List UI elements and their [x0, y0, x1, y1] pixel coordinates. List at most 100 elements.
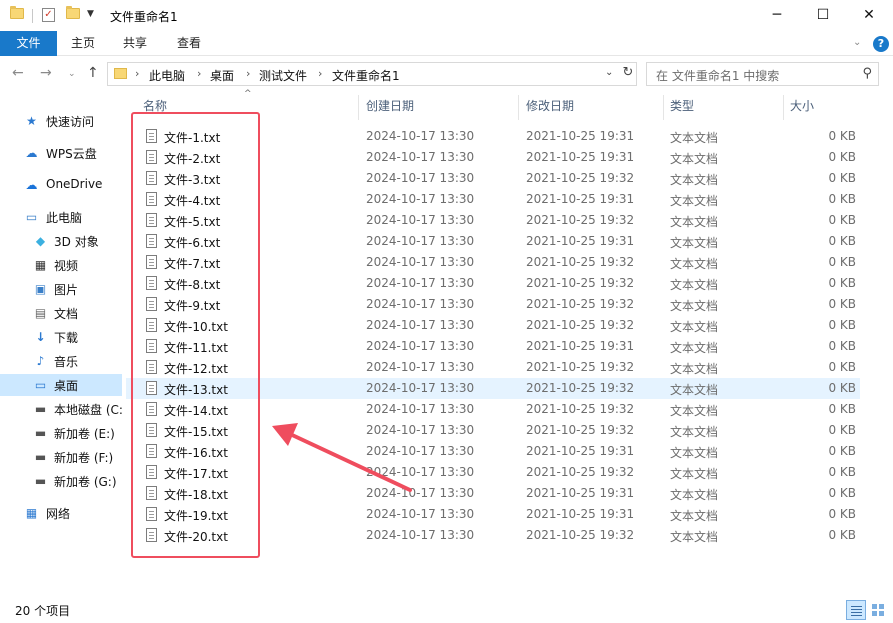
- column-header-modified[interactable]: 修改日期: [526, 95, 574, 117]
- minimize-button[interactable]: ─: [754, 0, 800, 31]
- chevron-right-icon[interactable]: ›: [197, 67, 201, 80]
- sidebar-item-wps-cloud[interactable]: ☁ WPS云盘: [0, 142, 122, 164]
- search-box[interactable]: 在 文件重命名1 中搜索 ⚲: [646, 62, 879, 86]
- sidebar-item-label: 快速访问: [46, 115, 95, 129]
- file-size: 0 KB: [828, 150, 856, 164]
- file-modified-date: 2021-10-25 19:31: [526, 234, 635, 248]
- file-created-date: 2024-10-17 13:30: [366, 360, 475, 374]
- chevron-right-icon[interactable]: ›: [135, 67, 139, 80]
- computer-icon: ▭: [25, 210, 38, 224]
- file-modified-date: 2021-10-25 19:31: [526, 192, 635, 206]
- file-created-date: 2024-10-17 13:30: [366, 339, 475, 353]
- tab-file[interactable]: 文件: [0, 31, 57, 56]
- sidebar-item-pictures[interactable]: ▣ 图片: [0, 278, 122, 300]
- sidebar-item-label: OneDrive: [46, 177, 103, 191]
- document-icon: ▤: [34, 306, 47, 320]
- column-divider[interactable]: [783, 95, 784, 120]
- details-view-button[interactable]: [846, 600, 866, 620]
- file-size: 0 KB: [828, 402, 856, 416]
- file-size: 0 KB: [828, 318, 856, 332]
- expand-ribbon-icon[interactable]: ⌄: [853, 37, 861, 48]
- breadcrumb-current-folder[interactable]: 文件重命名1: [332, 67, 400, 84]
- chevron-right-icon[interactable]: ›: [246, 67, 250, 80]
- file-created-date: 2024-10-17 13:30: [366, 171, 475, 185]
- sidebar-item-label: 图片: [54, 283, 79, 297]
- drive-icon: ▬: [34, 474, 47, 488]
- file-size: 0 KB: [828, 507, 856, 521]
- chevron-right-icon[interactable]: ›: [318, 67, 322, 80]
- file-type: 文本文档: [670, 152, 719, 166]
- new-folder-icon[interactable]: [66, 6, 80, 19]
- sidebar-item-videos[interactable]: ▦ 视频: [0, 254, 122, 276]
- help-icon[interactable]: ?: [873, 36, 889, 52]
- column-header-created[interactable]: 创建日期: [366, 95, 414, 117]
- file-type: 文本文档: [670, 404, 719, 418]
- sidebar-item-volume-g[interactable]: ▬ 新加卷 (G:): [0, 470, 122, 492]
- address-bar[interactable]: › 此电脑 › 桌面 › 测试文件 › 文件重命名1 ⌄ ↻: [107, 62, 637, 86]
- breadcrumb-desktop[interactable]: 桌面: [210, 67, 234, 84]
- sidebar-item-3d-objects[interactable]: ◆ 3D 对象: [0, 230, 122, 252]
- sidebar-item-documents[interactable]: ▤ 文档: [0, 302, 122, 324]
- sidebar-item-network[interactable]: ▦ 网络: [0, 502, 122, 524]
- file-created-date: 2024-10-17 13:30: [366, 318, 475, 332]
- column-divider[interactable]: [358, 95, 359, 120]
- sidebar-item-this-pc[interactable]: ▭ 此电脑: [0, 206, 122, 228]
- quick-access-divider: [32, 9, 33, 23]
- sidebar-item-volume-e[interactable]: ▬ 新加卷 (E:): [0, 422, 122, 444]
- sidebar-item-downloads[interactable]: ↓ 下载: [0, 326, 122, 348]
- forward-icon[interactable]: →: [40, 65, 52, 81]
- sidebar-item-music[interactable]: ♪ 音乐: [0, 350, 122, 372]
- file-type: 文本文档: [670, 341, 719, 355]
- search-input[interactable]: 在 文件重命名1 中搜索: [656, 67, 779, 84]
- back-icon[interactable]: ←: [12, 65, 24, 81]
- file-created-date: 2024-10-17 13:30: [366, 528, 475, 542]
- recent-locations-icon[interactable]: ⌄: [68, 69, 76, 79]
- sidebar-item-desktop[interactable]: ▭ 桌面: [0, 374, 122, 396]
- file-size: 0 KB: [828, 297, 856, 311]
- file-type: 文本文档: [670, 530, 719, 544]
- item-count: 20 个项目: [15, 604, 71, 618]
- customize-quick-access-icon[interactable]: ▼: [87, 9, 94, 19]
- chevron-down-icon[interactable]: ⌄: [605, 67, 613, 78]
- file-type: 文本文档: [670, 467, 719, 481]
- search-icon[interactable]: ⚲: [862, 66, 872, 81]
- sidebar-item-local-disk-c[interactable]: ▬ 本地磁盘 (C:: [0, 398, 123, 420]
- desktop-icon: ▭: [34, 378, 47, 392]
- close-button[interactable]: ✕: [846, 0, 892, 31]
- file-modified-date: 2021-10-25 19:32: [526, 318, 635, 332]
- picture-icon: ▣: [34, 282, 47, 296]
- sidebar-item-label: 视频: [54, 259, 79, 273]
- breadcrumb-test-files[interactable]: 测试文件: [259, 67, 307, 84]
- sidebar-item-label: 网络: [46, 507, 71, 521]
- file-size: 0 KB: [828, 276, 856, 290]
- tab-share[interactable]: 共享: [123, 31, 147, 56]
- file-modified-date: 2021-10-25 19:31: [526, 444, 635, 458]
- properties-icon[interactable]: ✓: [42, 8, 55, 22]
- sidebar-item-volume-f[interactable]: ▬ 新加卷 (F:): [0, 446, 122, 468]
- drive-icon: ▬: [34, 450, 47, 464]
- maximize-button[interactable]: ☐: [800, 0, 846, 31]
- window-title: 文件重命名1: [110, 10, 178, 24]
- details-view-icon: [851, 606, 862, 607]
- column-divider[interactable]: [663, 95, 664, 120]
- column-divider[interactable]: [518, 95, 519, 120]
- column-header-size[interactable]: 大小: [790, 95, 814, 117]
- file-created-date: 2024-10-17 13:30: [366, 234, 475, 248]
- breadcrumb-this-pc[interactable]: 此电脑: [149, 67, 185, 84]
- file-modified-date: 2021-10-25 19:32: [526, 213, 635, 227]
- file-size: 0 KB: [828, 171, 856, 185]
- up-icon[interactable]: ↑: [87, 65, 99, 81]
- sidebar-item-quick-access[interactable]: ★ 快速访问: [0, 110, 122, 132]
- download-icon: ↓: [35, 330, 46, 344]
- tab-home[interactable]: 主页: [71, 31, 95, 56]
- drive-icon: ▬: [34, 426, 47, 440]
- column-header-type[interactable]: 类型: [670, 95, 694, 117]
- sidebar-item-onedrive[interactable]: ☁ OneDrive: [0, 174, 122, 196]
- large-icons-view-button[interactable]: [868, 600, 888, 620]
- file-type: 文本文档: [670, 299, 719, 313]
- cloud-icon: ☁: [25, 146, 38, 160]
- tab-view[interactable]: 查看: [177, 31, 201, 56]
- refresh-icon[interactable]: ↻: [620, 65, 636, 83]
- file-modified-date: 2021-10-25 19:32: [526, 381, 635, 395]
- file-type: 文本文档: [670, 173, 719, 187]
